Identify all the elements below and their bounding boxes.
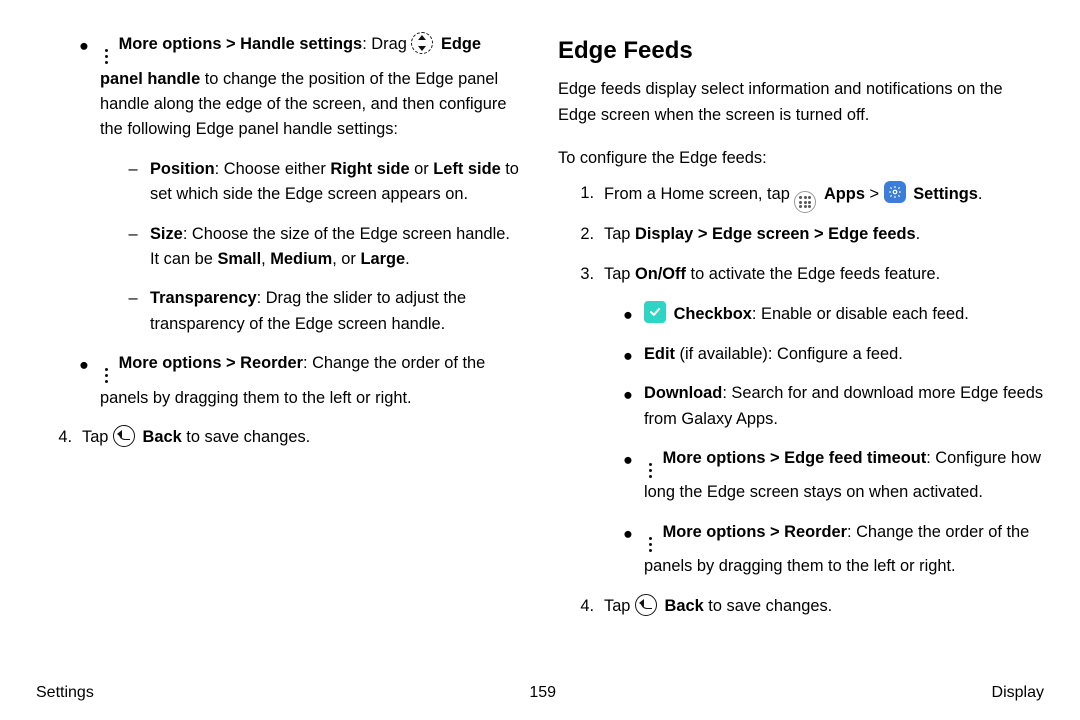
right-step-2: 2. Tap Display > Edge screen > Edge feed…: [572, 222, 1044, 247]
more-options-icon: [644, 534, 656, 554]
handle-settings-lead: More options > Handle settings: [119, 35, 363, 53]
configure-lead: To configure the Edge feeds:: [558, 146, 1044, 171]
size-subitem: – Size: Choose the size of the Edge scre…: [126, 222, 522, 273]
transparency-subitem: – Transparency: Drag the slider to adjus…: [126, 286, 522, 337]
footer-topic: Display: [992, 681, 1044, 706]
handle-settings-bullet: ● More options > Handle settings: Drag E…: [78, 32, 522, 143]
bullet-marker: ●: [78, 32, 90, 143]
edge-feeds-intro: Edge feeds display select information an…: [558, 77, 1044, 128]
checkbox-icon: [644, 301, 666, 323]
bullet-marker: ●: [78, 351, 90, 411]
reorder-bullet: ● More options > Reorder: Change the ord…: [78, 351, 522, 411]
more-options-icon: [100, 47, 112, 67]
more-options-icon: [644, 460, 656, 480]
right-step-1: 1. From a Home screen, tap Apps > Settin…: [572, 181, 1044, 208]
edit-bullet: ● Edit (if available): Configure a feed.: [622, 342, 1044, 367]
left-column: ● More options > Handle settings: Drag E…: [36, 32, 522, 667]
back-icon: [635, 594, 657, 616]
right-step-4: 4. Tap Back to save changes.: [572, 594, 1044, 619]
edge-panel-handle-icon: [411, 32, 433, 54]
back-icon: [113, 425, 135, 447]
right-column: Edge Feeds Edge feeds display select inf…: [558, 32, 1044, 667]
download-bullet: ● Download: Search for and download more…: [622, 381, 1044, 432]
checkbox-bullet: ● Checkbox: Enable or disable each feed.: [622, 301, 1044, 327]
left-step-4: 4. Tap Back to save changes.: [50, 425, 522, 450]
page-columns: ● More options > Handle settings: Drag E…: [36, 32, 1044, 667]
apps-icon: [794, 191, 816, 213]
edge-feed-timeout-bullet: ● More options > Edge feed timeout: Conf…: [622, 446, 1044, 506]
page-footer: Settings 159 Display: [36, 667, 1044, 706]
position-subitem: – Position: Choose either Right side or …: [126, 157, 522, 208]
settings-icon: [884, 181, 906, 203]
more-options-icon: [100, 366, 112, 386]
right-step-3: 3. Tap On/Off to activate the Edge feeds…: [572, 262, 1044, 287]
page-number: 159: [529, 681, 556, 706]
footer-section: Settings: [36, 681, 94, 706]
edge-feeds-heading: Edge Feeds: [558, 32, 1044, 69]
reorder-right-bullet: ● More options > Reorder: Change the ord…: [622, 520, 1044, 580]
